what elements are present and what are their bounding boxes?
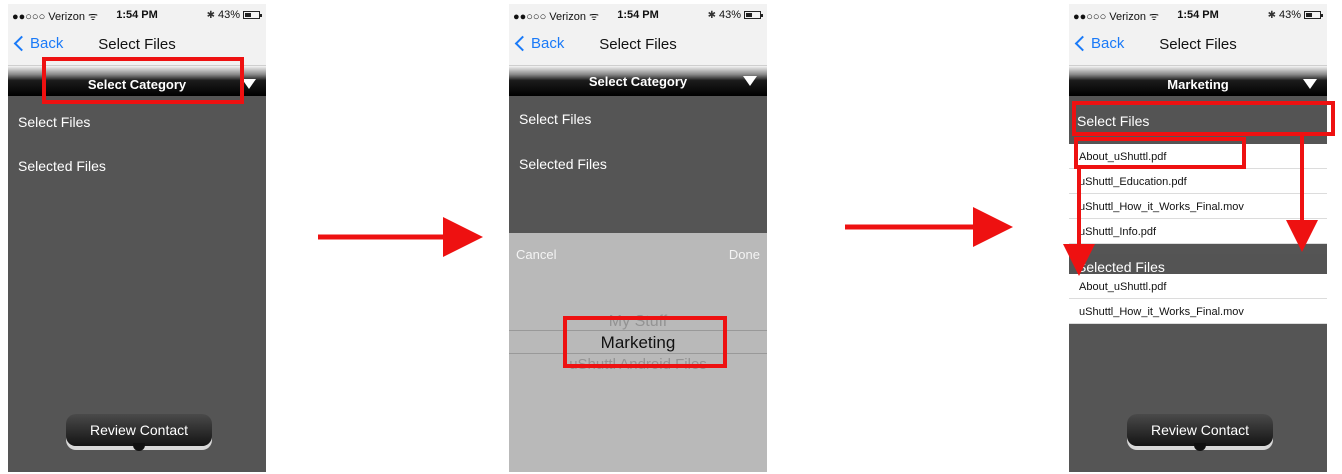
phone-screen-category-picker: ●●○○○ Verizon ᯤ 1:54 PM ✱ 43% Back Selec… [509, 4, 767, 472]
bluetooth-icon: ✱ [1267, 9, 1276, 21]
phone-screen-file-list: ●●○○○ Verizon ᯤ 1:54 PM ✱ 43% Back Selec… [1069, 4, 1327, 472]
bluetooth-icon: ✱ [707, 9, 716, 21]
battery-percent: 43% [217, 9, 240, 21]
battery-percent: 43% [718, 9, 741, 21]
menu-item-selected-files[interactable]: Selected Files [519, 156, 607, 172]
status-bar: ●●○○○ Verizon ᯤ 1:54 PM ✱ 43% [509, 4, 767, 26]
picker-option-android-files[interactable]: uShuttl Android Files [509, 356, 767, 373]
menu-item-select-files[interactable]: Select Files [519, 111, 591, 127]
battery-icon [744, 11, 763, 19]
picker-option-my-stuff[interactable]: My Stuff [509, 313, 767, 331]
available-files-list: About_uShuttl.pdf uShuttl_Education.pdf … [1069, 144, 1327, 244]
selected-file-row[interactable]: About_uShuttl.pdf [1069, 274, 1327, 299]
status-bar: ●●○○○ Verizon ᯤ 1:54 PM ✱ 43% [8, 4, 266, 26]
navigation-bar: Back Select Files [1069, 26, 1327, 66]
selected-files-list: About_uShuttl.pdf uShuttl_How_it_Works_F… [1069, 274, 1327, 324]
picker-cancel-button[interactable]: Cancel [516, 247, 556, 262]
menu-item-select-files[interactable]: Select Files [18, 114, 90, 130]
page-title: Select Files [599, 36, 677, 53]
battery-status: ✱ 43% [707, 9, 763, 21]
phone-screen-select-category: ●●○○○ Verizon ᯤ 1:54 PM ✱ 43% Back Selec… [8, 4, 266, 472]
page-title: Select Files [98, 36, 176, 53]
dropdown-arrow-icon [242, 79, 256, 89]
file-row[interactable]: About_uShuttl.pdf [1069, 144, 1327, 169]
status-bar: ●●○○○ Verizon ᯤ 1:54 PM ✱ 43% [1069, 4, 1327, 26]
navigation-bar: Back Select Files [509, 26, 767, 66]
dropdown-arrow-icon [1303, 79, 1317, 89]
selected-file-row[interactable]: uShuttl_How_it_Works_Final.mov [1069, 299, 1327, 324]
dropdown-arrow-icon [743, 76, 757, 86]
battery-status: ✱ 43% [206, 9, 262, 21]
file-row[interactable]: uShuttl_Education.pdf [1069, 169, 1327, 194]
battery-percent: 43% [1278, 9, 1301, 21]
button-knob [1194, 443, 1206, 451]
bluetooth-icon: ✱ [206, 9, 215, 21]
review-contact-label: Review Contact [89, 422, 189, 438]
category-picker[interactable]: Cancel Done My Stuff uShuttl Android Fil… [509, 233, 767, 472]
menu-item-selected-files[interactable]: Selected Files [18, 158, 106, 174]
category-dropdown[interactable]: Select Category [509, 66, 767, 96]
navigation-bar: Back Select Files [8, 26, 266, 66]
battery-icon [1304, 11, 1323, 19]
file-row[interactable]: uShuttl_Info.pdf [1069, 219, 1327, 244]
file-row[interactable]: uShuttl_How_it_Works_Final.mov [1069, 194, 1327, 219]
page-title: Select Files [1159, 36, 1237, 53]
section-header-select-files: Select Files [1069, 108, 1327, 134]
review-contact-button[interactable]: Review Contact [1127, 414, 1273, 451]
battery-icon [243, 11, 262, 19]
review-contact-label: Review Contact [1150, 422, 1250, 438]
picker-done-button[interactable]: Done [729, 247, 760, 262]
button-knob [133, 443, 145, 451]
category-dropdown[interactable]: Select Category [8, 66, 266, 96]
category-label: Marketing [1167, 77, 1229, 92]
picker-option-marketing[interactable]: Marketing [509, 333, 767, 353]
battery-status: ✱ 43% [1267, 9, 1323, 21]
picker-selection-line-bottom [509, 353, 767, 354]
category-label: Select Category [87, 77, 187, 92]
review-contact-button[interactable]: Review Contact [66, 414, 212, 451]
category-label: Select Category [588, 74, 688, 89]
category-dropdown[interactable]: Marketing [1069, 66, 1327, 96]
